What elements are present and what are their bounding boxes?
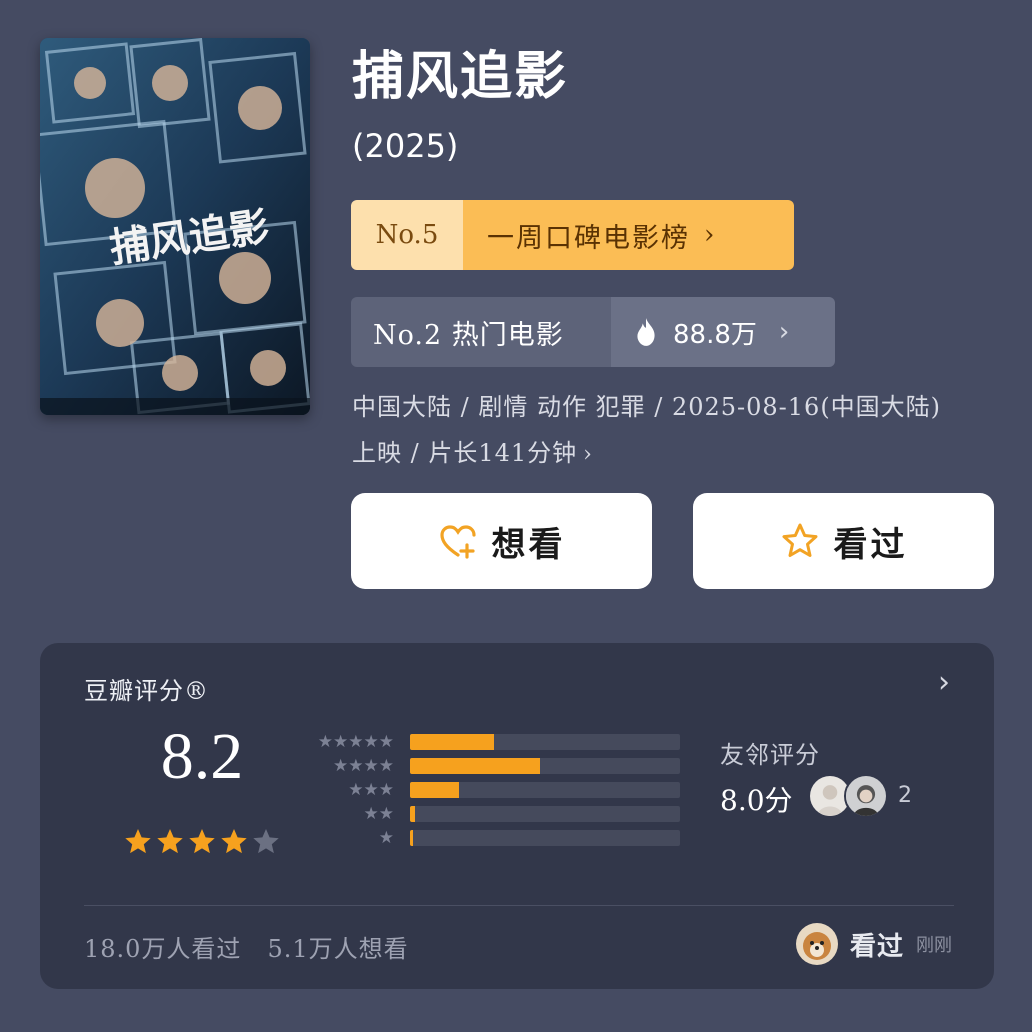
rating-stars [123,827,281,857]
movie-title: 捕风追影 [352,46,569,107]
movie-poster[interactable]: 捕风追影 [40,38,310,415]
poster-image: 捕风追影 [40,38,310,415]
distribution-bar-fill [410,830,414,846]
star-filled-icon [125,829,151,854]
distribution-bar-fill [410,734,494,750]
weekly-rank-banner[interactable]: No.5 一周口碑电影榜 › [351,200,794,270]
distribution-row-4-star: ★★★★ [302,757,682,775]
recent-time: 刚刚 [916,935,952,956]
distribution-star-label: ★★★★ [333,756,394,776]
weekly-rank-number: No.5 [351,200,463,270]
meta-line-1: 中国大陆 / 剧情 动作 犯罪 / 2025-08-16(中国大陆) [352,393,942,421]
avatar [844,774,888,818]
watched-button-label: 看过 [833,524,908,565]
want-to-watch-button[interactable]: 想看 [351,493,652,589]
hot-rank-label: No.2 热门电影 [351,297,611,367]
chevron-right-icon[interactable]: › [938,665,950,700]
recent-action-label: 看过 [849,931,904,962]
distribution-row-3-star: ★★★ [302,781,682,799]
chevron-right-icon: › [778,317,790,347]
meta-line-2: 上映 / 片长141分钟 [352,439,578,467]
want-button-label: 想看 [491,524,566,565]
flame-icon [637,318,655,346]
distribution-bar-fill [410,758,540,774]
distribution-row-2-star: ★★ [302,805,682,823]
distribution-bar [410,830,680,846]
heat-value: 88.8万 [673,319,757,350]
friends-rating-score: 8.0分 [720,784,793,817]
movie-meta[interactable]: 中国大陆 / 剧情 动作 犯罪 / 2025-08-16(中国大陆) 上映 / … [352,384,1012,478]
weekly-rank-label: 一周口碑电影榜 [487,222,690,254]
distribution-bar-fill [410,782,459,798]
friends-count: 2 [898,783,912,808]
distribution-bar [410,758,680,774]
friends-avatars[interactable] [808,774,888,818]
star-outline-icon [782,523,817,557]
watched-count: 18.0万人看过 [84,935,242,963]
divider [84,905,954,906]
chevron-right-icon: › [583,442,593,467]
star-filled-icon [157,829,183,854]
distribution-bar-fill [410,806,416,822]
rating-score: 8.2 [160,720,244,793]
rating-header: 豆瓣评分® [84,677,209,705]
watch-stats[interactable]: 18.0万人看过 5.1万人想看 [84,929,409,964]
wanted-count: 5.1万人想看 [267,935,409,963]
hot-rank-banner[interactable]: No.2 热门电影 88.8万 › [351,297,835,367]
distribution-star-label: ★★★ [348,780,394,800]
distribution-star-label: ★★★★★ [317,732,394,752]
distribution-row-1-star: ★ [302,829,682,847]
heart-plus-icon [439,525,476,559]
friends-rating-label: 友邻评分 [720,741,820,769]
distribution-star-label: ★ [378,828,394,848]
distribution-row-5-star: ★★★★★ [302,733,682,751]
star-empty-icon [253,829,279,854]
recent-activity[interactable]: 看过 刚刚 [795,923,952,965]
distribution-star-label: ★★ [363,804,394,824]
rating-card[interactable]: 豆瓣评分® › 8.2 ★★★★★ ★★★★ ★★★ ★★ ★ 友邻评分 8.0分 2 … [40,643,994,989]
chevron-right-icon: › [704,220,717,250]
watched-button[interactable]: 看过 [693,493,994,589]
avatar [795,923,838,965]
distribution-bar [410,782,680,798]
movie-year: (2025) [352,127,459,165]
heat-section: 88.8万 › [611,297,835,367]
star-filled-icon [221,829,247,854]
distribution-bar [410,734,680,750]
distribution-bar [410,806,680,822]
star-filled-icon [189,829,215,854]
